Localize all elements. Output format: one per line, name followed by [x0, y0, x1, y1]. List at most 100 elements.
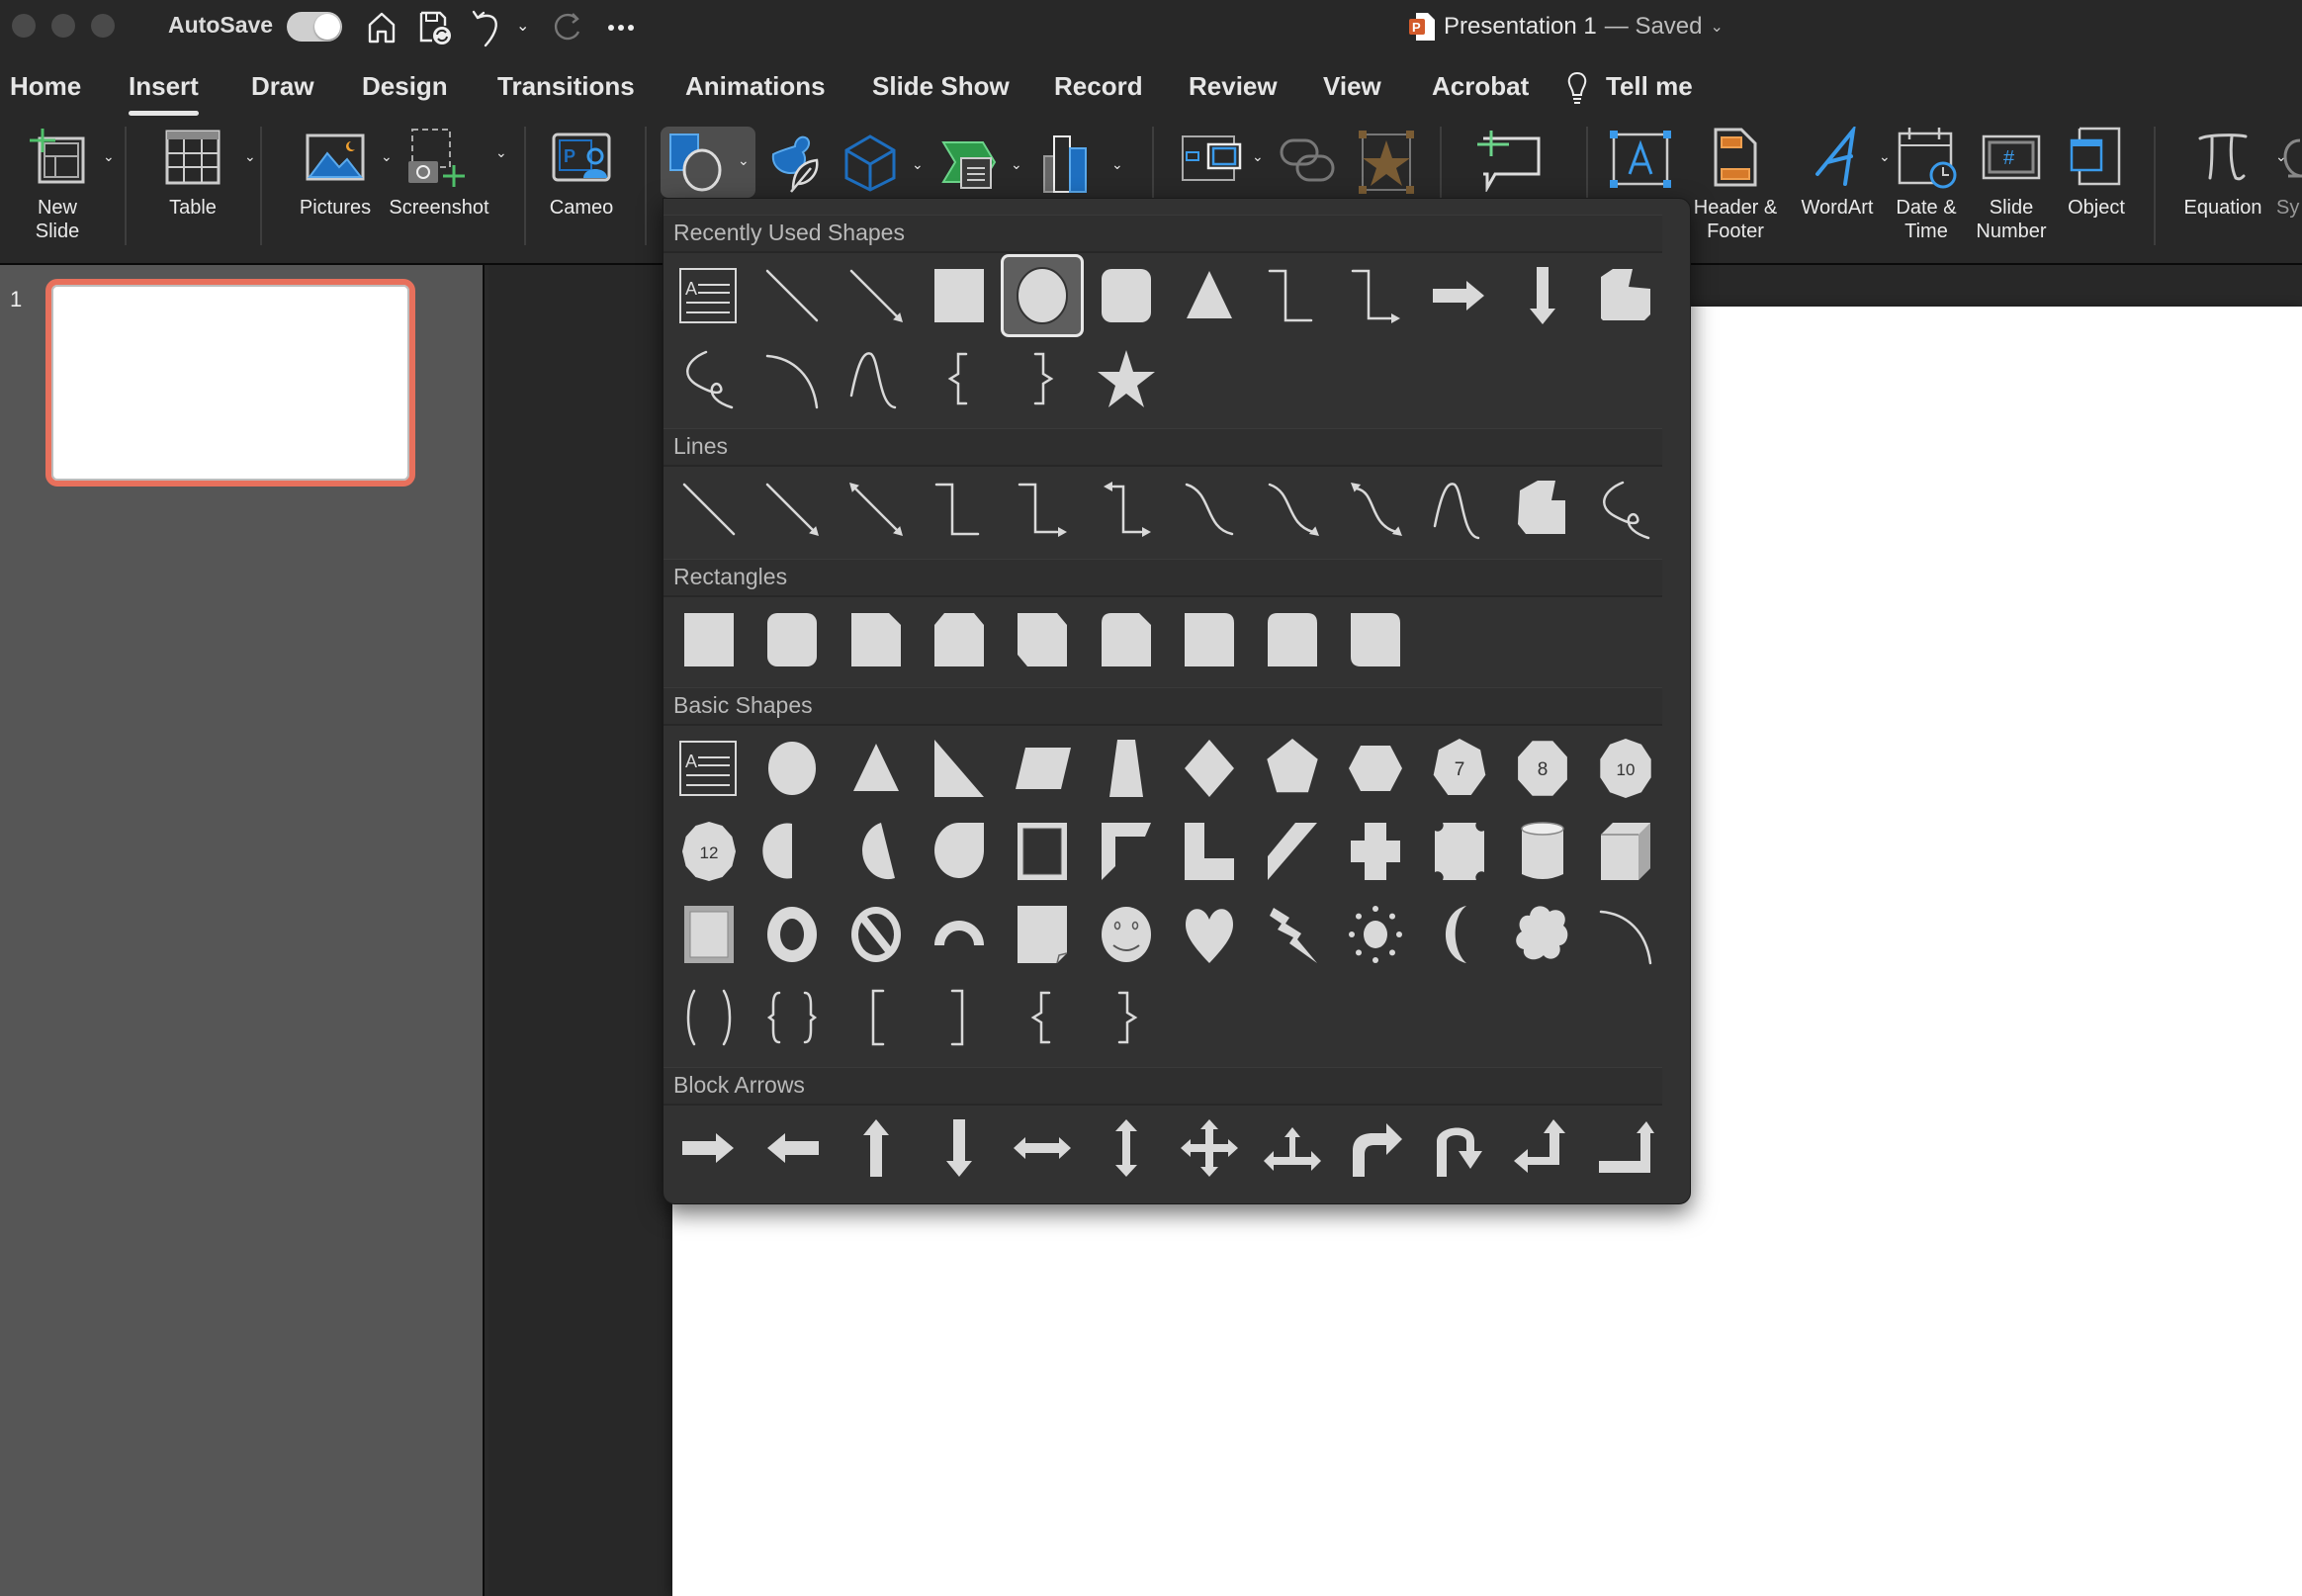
shape-down-arrow[interactable] — [918, 1107, 1001, 1190]
shape-half-frame[interactable] — [1085, 810, 1168, 893]
shape-left-right-arrow[interactable] — [1001, 1107, 1084, 1190]
shape-cross[interactable] — [1334, 810, 1417, 893]
shape-left-arrow[interactable] — [751, 1107, 834, 1190]
shape-dodecagon[interactable]: 12 — [667, 810, 751, 893]
autosave-toggle[interactable] — [287, 12, 342, 42]
pictures-button[interactable]: ⌄ Pictures — [281, 119, 393, 220]
shape-round-same[interactable] — [1251, 598, 1334, 681]
new-slide-button[interactable]: ⌄ New Slide — [8, 119, 115, 243]
shape-frame[interactable] — [1001, 810, 1084, 893]
shape-double-bracket[interactable] — [667, 976, 751, 1059]
media-button[interactable]: ⌄ — [1181, 134, 1264, 189]
shape-right-arrow[interactable] — [1418, 254, 1501, 337]
tab-slide-show[interactable]: Slide Show — [872, 71, 1010, 102]
shape-no-symbol[interactable] — [835, 893, 918, 976]
undo-icon[interactable] — [469, 8, 508, 47]
shape-pie[interactable] — [751, 810, 834, 893]
shape-double-brace[interactable] — [751, 976, 834, 1059]
tab-animations[interactable]: Animations — [685, 71, 826, 102]
shape-parallelogram[interactable] — [1001, 727, 1084, 810]
home-icon[interactable] — [362, 8, 401, 47]
shape-oval[interactable] — [1001, 254, 1085, 337]
shape-arc[interactable] — [751, 337, 834, 420]
shape-cube[interactable] — [1584, 810, 1667, 893]
shape-line[interactable] — [751, 254, 834, 337]
shape-pentagon[interactable] — [1251, 727, 1334, 810]
shape-left-up-arrow[interactable] — [1501, 1107, 1584, 1190]
shape-l-shape[interactable] — [1168, 810, 1251, 893]
3d-models-button[interactable]: ⌄ — [842, 133, 924, 199]
shape-line[interactable] — [667, 468, 751, 551]
shape-curve-double-arrow[interactable] — [1334, 468, 1417, 551]
shape-left-right-up-arrow[interactable] — [1251, 1107, 1334, 1190]
tab-transitions[interactable]: Transitions — [497, 71, 635, 102]
shape-textbox[interactable]: A — [667, 254, 751, 337]
shape-star[interactable] — [1085, 337, 1168, 420]
text-box-button[interactable] — [1610, 131, 1671, 193]
equation-button[interactable]: ⌄ Equation — [2175, 119, 2287, 220]
tab-view[interactable]: View — [1323, 71, 1381, 102]
shape-chord[interactable] — [835, 810, 918, 893]
more-icon[interactable] — [601, 8, 641, 47]
tab-acrobat[interactable]: Acrobat — [1432, 71, 1529, 102]
smartart-button[interactable]: ⌄ — [939, 133, 1022, 199]
smartart-dropdown-icon[interactable]: ⌄ — [1011, 156, 1022, 173]
shape-triangle[interactable] — [1168, 254, 1251, 337]
shape-block-arc[interactable] — [918, 893, 1001, 976]
tell-me-search[interactable]: Tell me — [1606, 71, 1693, 102]
shape-rect[interactable] — [918, 254, 1001, 337]
shape-snip-same[interactable] — [918, 598, 1001, 681]
shape-left-bracket[interactable] — [835, 976, 918, 1059]
shape-teardrop[interactable] — [918, 810, 1001, 893]
shape-donut[interactable] — [751, 893, 834, 976]
shape-sun[interactable] — [1334, 893, 1417, 976]
document-title[interactable]: P Presentation 1 — Saved ⌄ — [1408, 10, 1724, 44]
tab-home[interactable]: Home — [10, 71, 81, 102]
shape-freeform-curve[interactable] — [835, 337, 918, 420]
shape-rounded-rect[interactable] — [751, 598, 834, 681]
shape-elbow[interactable] — [1251, 254, 1334, 337]
shape-octagon[interactable]: 8 — [1501, 727, 1584, 810]
shape-freeform-shape[interactable] — [1501, 468, 1584, 551]
shape-elbow-arrow[interactable] — [1001, 468, 1084, 551]
shape-snip-round[interactable] — [1085, 598, 1168, 681]
shape-freeform-curve[interactable] — [1418, 468, 1501, 551]
close-window-button[interactable] — [12, 14, 36, 38]
shape-heart[interactable] — [1168, 893, 1251, 976]
shapes-button[interactable]: ⌄ — [661, 127, 755, 198]
shape-triangle[interactable] — [835, 727, 918, 810]
chart-button[interactable]: ⌄ — [1042, 133, 1123, 199]
shape-diamond[interactable] — [1168, 727, 1251, 810]
shape-round-single[interactable] — [1168, 598, 1251, 681]
action-button[interactable] — [1357, 131, 1416, 199]
new-comment-button[interactable] — [1477, 131, 1543, 197]
shape-cloud[interactable] — [1501, 893, 1584, 976]
shape-snip-single[interactable] — [835, 598, 918, 681]
zoom-window-button[interactable] — [91, 14, 115, 38]
shape-round-diagonal[interactable] — [1334, 598, 1417, 681]
shape-rect[interactable] — [667, 598, 751, 681]
object-button[interactable]: Object — [2059, 119, 2134, 220]
shape-scribble[interactable] — [1584, 468, 1667, 551]
shape-plaque[interactable] — [1418, 810, 1501, 893]
slide-thumbnail-1[interactable] — [45, 279, 415, 487]
shape-quad-arrow[interactable] — [1168, 1107, 1251, 1190]
undo-dropdown-icon[interactable]: ⌄ — [516, 16, 529, 36]
shape-line-arrow[interactable] — [835, 254, 918, 337]
shape-right-arrow[interactable] — [667, 1107, 751, 1190]
shape-smiley[interactable] — [1085, 893, 1168, 976]
shape-arc[interactable] — [1584, 893, 1667, 976]
shape-bevel[interactable] — [667, 893, 751, 976]
tab-record[interactable]: Record — [1054, 71, 1143, 102]
date-time-button[interactable]: Date & Time — [1887, 119, 1966, 243]
table-dropdown-icon[interactable]: ⌄ — [244, 148, 256, 165]
shape-trapezoid[interactable] — [1085, 727, 1168, 810]
shape-elbow[interactable] — [918, 468, 1001, 551]
icons-button[interactable] — [767, 133, 827, 199]
shape-textbox[interactable]: A — [667, 727, 751, 810]
tab-insert[interactable]: Insert — [129, 71, 199, 116]
shape-line-arrow[interactable] — [751, 468, 834, 551]
wordart-button[interactable]: ⌄ WordArt — [1790, 119, 1891, 220]
save-icon[interactable] — [415, 8, 455, 47]
shape-bent-up-arrow[interactable] — [1584, 1107, 1667, 1190]
